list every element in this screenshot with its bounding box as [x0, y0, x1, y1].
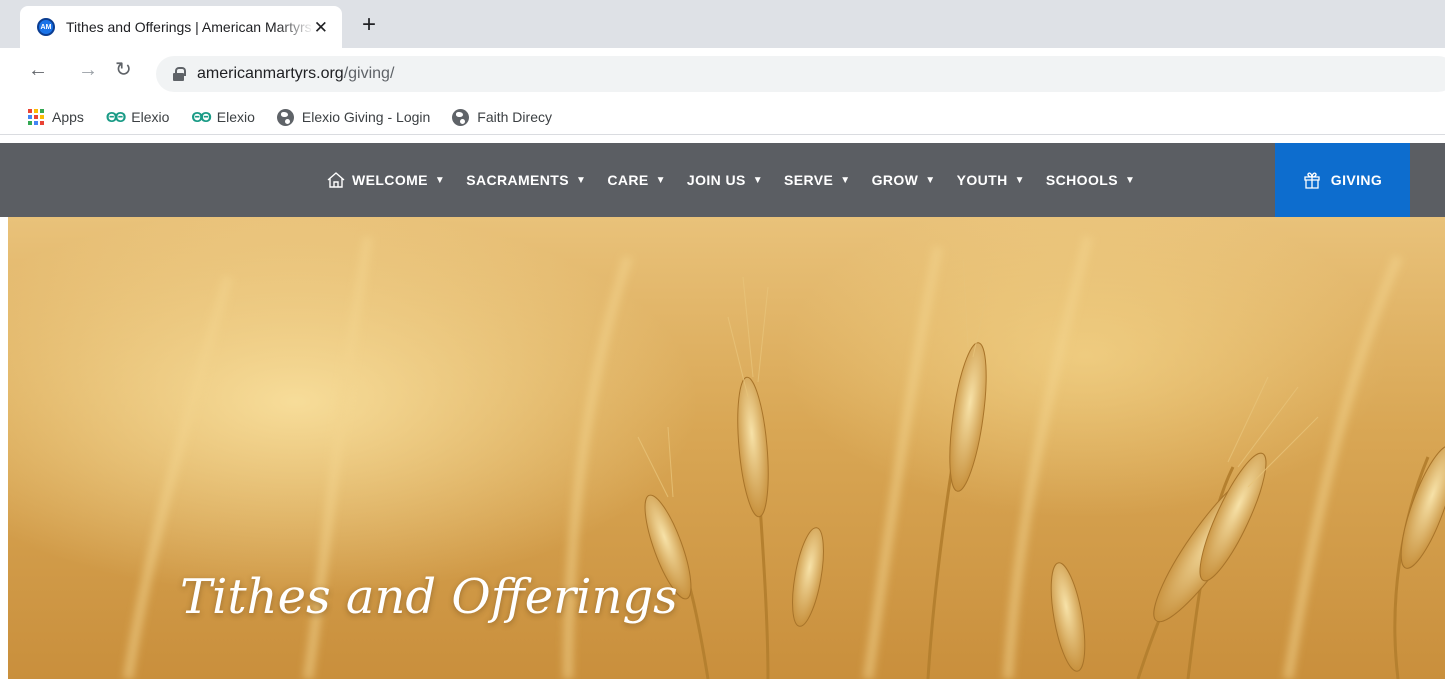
- apps-grid-icon: [28, 109, 44, 125]
- nav-item-schools[interactable]: SCHOOLS ▼: [1046, 172, 1135, 188]
- tab-title: Tithes and Offerings | American Martyrs: [66, 19, 312, 35]
- reload-icon[interactable]: ↻: [115, 60, 132, 80]
- nav-item-care[interactable]: CARE ▼: [607, 172, 666, 188]
- giving-button[interactable]: GIVING: [1275, 143, 1410, 217]
- browser-toolbar: ← → ↻ americanmartyrs.org/giving/: [0, 48, 1445, 100]
- nav-item-label: CARE: [607, 172, 649, 188]
- elexio-icon: ΘΘ: [191, 108, 211, 126]
- forward-arrow-icon[interactable]: →: [78, 60, 98, 80]
- globe-icon: [276, 108, 294, 126]
- caret-down-icon: ▼: [1014, 174, 1025, 186]
- lock-icon[interactable]: [173, 67, 186, 81]
- address-bar[interactable]: americanmartyrs.org/giving/: [156, 56, 1445, 92]
- caret-down-icon: ▼: [752, 174, 764, 186]
- globe-icon: [452, 108, 470, 126]
- bookmark-apps[interactable]: Apps: [28, 109, 84, 125]
- bookmarks-bar: Apps ΘΘ Elexio ΘΘ Elexio Elexio Giving -…: [0, 100, 1445, 135]
- giving-label: GIVING: [1330, 172, 1383, 188]
- caret-down-icon: ▼: [925, 174, 936, 186]
- nav-item-serve[interactable]: SERVE ▼: [784, 172, 851, 188]
- caret-down-icon: ▼: [576, 174, 587, 186]
- bookmark-elexio-giving-login[interactable]: Elexio Giving - Login: [276, 108, 431, 126]
- nav-item-label: YOUTH: [956, 172, 1008, 188]
- nav-item-label: GROW: [871, 172, 919, 188]
- hero-banner: Tithes and Offerings: [8, 217, 1445, 679]
- toolbar-divider: [0, 134, 1445, 135]
- nav-item-label: JOIN US: [686, 172, 746, 188]
- url-domain: americanmartyrs.org: [197, 65, 344, 82]
- nav-item-sacraments[interactable]: SACRAMENTS ▼: [466, 172, 586, 188]
- caret-down-icon: ▼: [1124, 174, 1136, 186]
- close-icon[interactable]: ✕: [314, 19, 328, 36]
- caret-down-icon: ▼: [434, 174, 446, 186]
- bookmark-label: Elexio: [131, 109, 170, 125]
- nav-item-join-us[interactable]: JOIN US ▼: [687, 172, 763, 188]
- caret-down-icon: ▼: [655, 174, 666, 186]
- browser-tab-active[interactable]: AM Tithes and Offerings | American Marty…: [20, 6, 342, 48]
- site-navigation-bar: WELCOME ▼ SACRAMENTS ▼ CARE ▼ JOIN US ▼ …: [0, 143, 1445, 217]
- hero-title: Tithes and Offerings: [180, 569, 678, 625]
- bookmark-elexio-1[interactable]: ΘΘ Elexio: [106, 109, 169, 126]
- bookmark-label: Faith Direcy: [477, 109, 552, 125]
- bookmark-label: Elexio Giving - Login: [301, 109, 431, 125]
- bookmark-label: Apps: [52, 109, 84, 125]
- new-tab-plus-icon[interactable]: +: [362, 13, 376, 37]
- url-path: /giving/: [343, 65, 395, 82]
- back-arrow-icon[interactable]: ←: [28, 60, 48, 80]
- caret-down-icon: ▼: [840, 174, 851, 186]
- nav-item-youth[interactable]: YOUTH ▼: [957, 172, 1025, 188]
- address-url[interactable]: americanmartyrs.org/giving/: [197, 65, 394, 83]
- bookmark-label: Elexio: [216, 109, 255, 125]
- nav-item-label: SCHOOLS: [1045, 172, 1118, 188]
- bookmark-faith-direcy[interactable]: Faith Direcy: [452, 108, 552, 126]
- bookmark-elexio-2[interactable]: ΘΘ Elexio: [191, 109, 254, 126]
- elexio-icon: ΘΘ: [105, 108, 126, 126]
- nav-item-welcome[interactable]: WELCOME ▼: [327, 172, 445, 188]
- nav-item-grow[interactable]: GROW ▼: [872, 172, 936, 188]
- nav-item-label: SACRAMENTS: [466, 172, 569, 188]
- gift-icon: [1304, 172, 1320, 189]
- tab-strip: AM Tithes and Offerings | American Marty…: [0, 0, 1445, 48]
- nav-item-label: WELCOME: [352, 172, 428, 188]
- site-favicon-icon: AM: [37, 18, 55, 36]
- nav-item-label: SERVE: [784, 172, 834, 188]
- nav-menu: WELCOME ▼ SACRAMENTS ▼ CARE ▼ JOIN US ▼ …: [327, 143, 1156, 217]
- home-icon: [327, 172, 345, 188]
